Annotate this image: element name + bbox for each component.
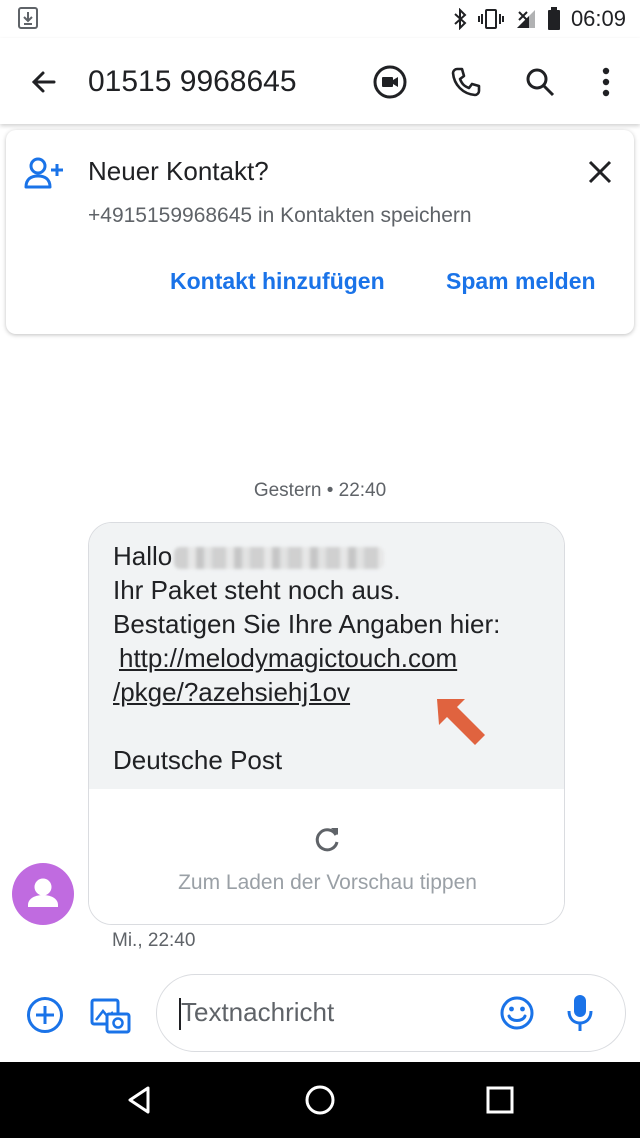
message-greeting: Hallo <box>113 541 173 571</box>
refresh-icon <box>315 828 339 852</box>
message-input[interactable]: Textnachricht <box>156 974 626 1052</box>
add-person-icon <box>24 157 63 189</box>
nav-back-icon[interactable] <box>122 1082 158 1118</box>
search-icon <box>526 68 555 97</box>
redacted-name <box>174 547 385 570</box>
app-bar: 01515 9968645 <box>0 38 640 124</box>
new-contact-card: Neuer Kontakt? +4915159968645 in Kontakt… <box>6 130 634 334</box>
video-call-icon <box>373 65 407 99</box>
avatar[interactable] <box>12 863 74 925</box>
link-preview[interactable]: Zum Laden der Vorschau tippen <box>89 789 564 924</box>
vibrate-icon <box>477 9 504 29</box>
emoji-icon[interactable] <box>499 995 535 1031</box>
bluetooth-icon <box>454 8 467 30</box>
status-bar: 06:09 <box>0 0 640 38</box>
battery-icon <box>547 7 560 30</box>
message-line: Bestatigen Sie Ihre Angaben hier: <box>113 609 501 639</box>
close-icon[interactable] <box>584 156 616 188</box>
back-arrow-icon[interactable] <box>24 62 64 102</box>
compose-bar: Textnachricht <box>0 966 640 1062</box>
phone-icon <box>451 67 481 97</box>
message-link[interactable]: /pkge/?azehsiehj1ov <box>113 677 350 707</box>
message-link[interactable]: http://melodymagictouch.com <box>119 643 457 673</box>
video-call-button[interactable] <box>370 62 410 102</box>
conversation-title: 01515 9968645 <box>88 65 297 98</box>
more-vert-icon <box>602 67 610 97</box>
gallery-camera-icon[interactable] <box>90 994 132 1036</box>
message-timestamp: Mi., 22:40 <box>112 930 196 951</box>
input-placeholder: Textnachricht <box>181 997 335 1027</box>
message-bubble[interactable]: Hallo Ihr Paket steht noch aus. Bestatig… <box>88 522 565 925</box>
message-text: Hallo Ihr Paket steht noch aus. Bestatig… <box>89 523 564 789</box>
add-contact-button[interactable]: Kontakt hinzufügen <box>170 268 385 295</box>
date-separator: Gestern • 22:40 <box>253 480 387 501</box>
message-line: Ihr Paket steht noch aus. <box>113 575 401 605</box>
add-attachment-icon[interactable] <box>26 996 64 1034</box>
person-icon <box>28 878 58 907</box>
annotation-arrow-icon <box>437 699 485 745</box>
call-button[interactable] <box>446 62 486 102</box>
card-subtitle: +4915159968645 in Kontakten speichern <box>88 204 472 227</box>
signal-icon <box>516 10 535 28</box>
nav-home-icon[interactable] <box>302 1082 338 1118</box>
status-time: 06:09 <box>570 6 626 31</box>
card-title: Neuer Kontakt? <box>88 156 269 186</box>
nav-recents-icon[interactable] <box>482 1082 518 1118</box>
download-icon <box>18 7 38 29</box>
preview-hint: Zum Laden der Vorschau tippen <box>178 871 477 894</box>
navigation-bar <box>0 1062 640 1138</box>
more-options-button[interactable] <box>586 62 626 102</box>
report-spam-button[interactable]: Spam melden <box>446 268 596 295</box>
microphone-icon[interactable] <box>565 993 595 1033</box>
search-button[interactable] <box>520 62 560 102</box>
